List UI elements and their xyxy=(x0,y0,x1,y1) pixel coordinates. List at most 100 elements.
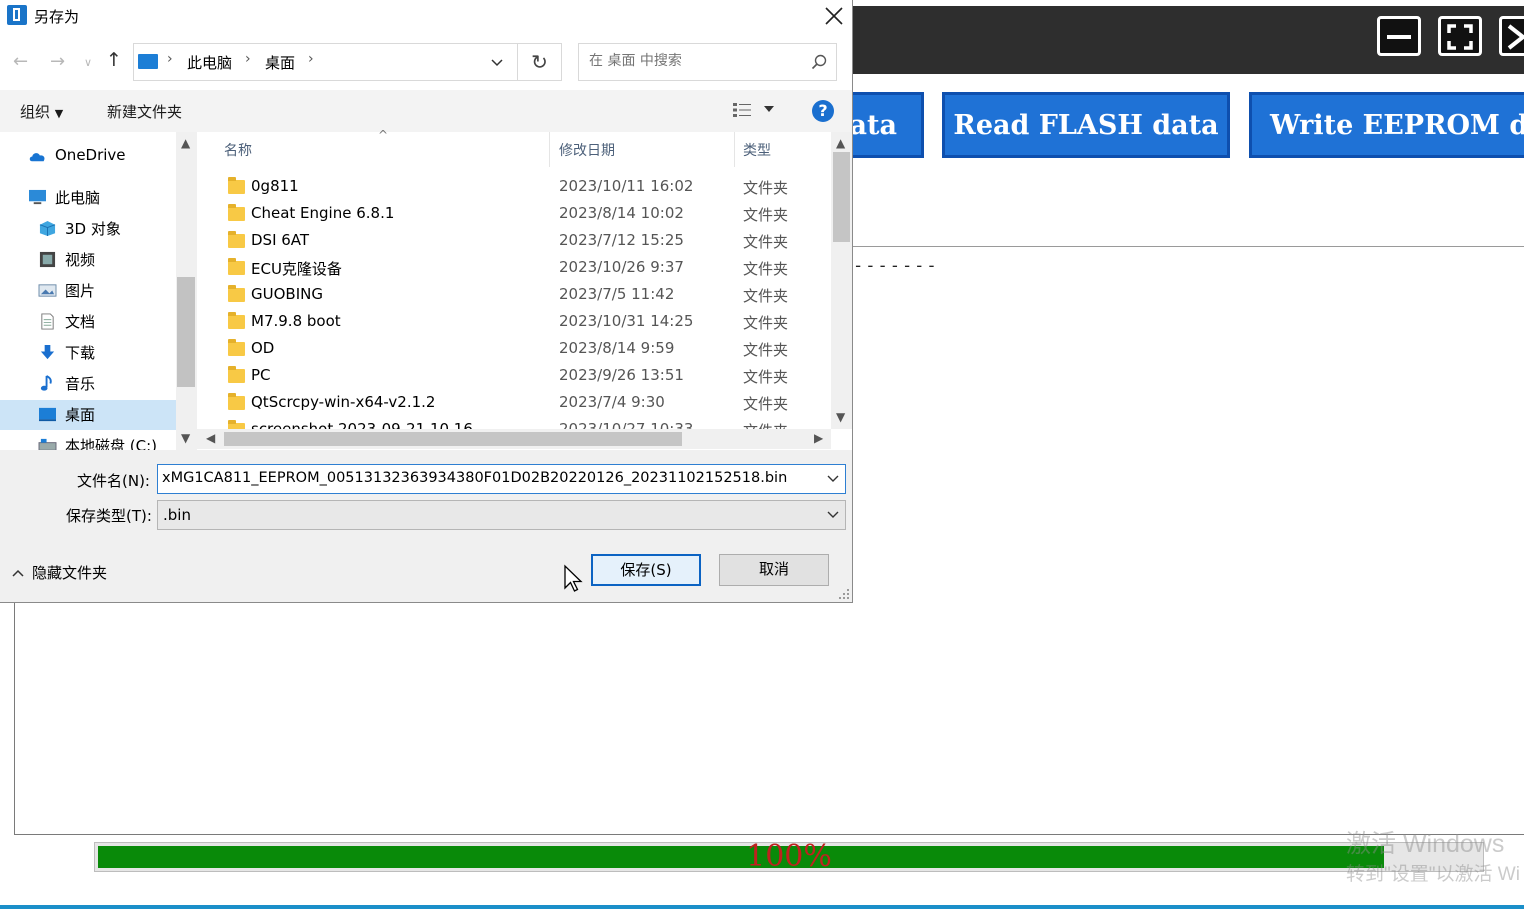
filename-input[interactable] xyxy=(162,470,812,486)
cancel-button[interactable]: 取消 xyxy=(719,554,829,586)
scroll-up-icon[interactable]: ▲ xyxy=(181,136,190,150)
refresh-button[interactable]: ↻ xyxy=(518,43,562,81)
breadcrumb-desktop[interactable]: 桌面 xyxy=(265,52,295,73)
folder-icon xyxy=(228,258,245,275)
column-header-name[interactable]: 名称 xyxy=(224,140,252,160)
sidebar-scroll-thumb[interactable] xyxy=(177,277,195,387)
file-row[interactable]: OD 2023/8/14 9:59 文件夹 xyxy=(224,336,824,363)
hide-folders-toggle[interactable]: 隐藏文件夹 xyxy=(12,562,107,583)
sidebar-item-label: 桌面 xyxy=(65,406,96,424)
horizontal-scroll-thumb[interactable] xyxy=(224,432,682,446)
folder-icon xyxy=(228,177,245,194)
sidebar-item-3d-objects[interactable]: 3D 对象 xyxy=(0,214,176,244)
filename-field[interactable] xyxy=(157,464,846,494)
help-icon[interactable]: ? xyxy=(812,100,834,122)
maximize-button[interactable] xyxy=(1438,16,1482,56)
column-divider[interactable] xyxy=(734,132,735,167)
desktop-icon xyxy=(39,407,56,422)
folder-icon xyxy=(228,366,245,383)
search-box[interactable] xyxy=(578,43,837,81)
sidebar-item-downloads[interactable]: 下载 xyxy=(0,338,176,368)
file-date: 2023/9/26 13:51 xyxy=(559,366,684,384)
log-area xyxy=(14,603,1524,835)
file-row[interactable]: PC 2023/9/26 13:51 文件夹 xyxy=(224,363,824,390)
folder-icon xyxy=(228,339,245,356)
file-type: 文件夹 xyxy=(743,395,789,413)
up-arrow-icon[interactable]: ↑ xyxy=(106,49,122,71)
sidebar-item-music[interactable]: 音乐 xyxy=(0,369,176,399)
refresh-icon: ↻ xyxy=(531,50,548,74)
organize-label: 组织 xyxy=(20,103,51,121)
music-icon xyxy=(40,375,52,391)
file-date: 2023/7/12 15:25 xyxy=(559,231,684,249)
new-folder-button[interactable]: 新建文件夹 xyxy=(107,101,182,122)
file-type: 文件夹 xyxy=(743,260,789,278)
sidebar-item-onedrive[interactable]: OneDrive xyxy=(0,142,176,172)
resize-grip-icon[interactable] xyxy=(838,588,850,600)
column-divider[interactable] xyxy=(549,132,550,167)
column-header-type[interactable]: 类型 xyxy=(743,140,771,160)
save-button[interactable]: 保存(S) xyxy=(591,554,701,586)
recent-locations-icon[interactable]: ∨ xyxy=(84,56,92,69)
sidebar-item-pictures[interactable]: 图片 xyxy=(0,276,176,306)
file-row[interactable]: ECU克隆设备 2023/10/26 9:37 文件夹 xyxy=(224,255,824,282)
scroll-down-icon[interactable]: ▼ xyxy=(836,410,845,424)
scroll-left-icon[interactable]: ◀ xyxy=(206,431,215,445)
address-bar[interactable]: › 此电脑 › 桌面 › xyxy=(133,43,518,81)
sidebar-item-this-pc[interactable]: 此电脑 xyxy=(0,183,176,213)
taskbar-edge xyxy=(0,905,1524,909)
sidebar-item-label: 视频 xyxy=(65,251,96,269)
breadcrumb-separator: › xyxy=(308,51,314,67)
chevron-down-icon[interactable] xyxy=(490,52,504,72)
sidebar-item-documents[interactable]: 文档 xyxy=(0,307,176,337)
computer-icon xyxy=(138,54,158,69)
file-name: PC xyxy=(251,366,271,384)
file-row[interactable]: GUOBING 2023/7/5 11:42 文件夹 xyxy=(224,282,824,309)
search-icon[interactable] xyxy=(811,54,827,70)
chevron-down-icon[interactable] xyxy=(827,509,839,521)
app-close-button[interactable] xyxy=(1499,16,1524,56)
file-type: 文件夹 xyxy=(743,287,789,305)
forward-arrow-icon[interactable]: → xyxy=(50,51,65,72)
scroll-down-icon[interactable]: ▼ xyxy=(181,431,190,445)
file-type: 文件夹 xyxy=(743,179,789,197)
log-dash-line: ------- xyxy=(853,256,939,276)
navigation-pane: OneDrive 此电脑 3D 对象 视频 图片 文档 下载 音乐 桌面 本地磁… xyxy=(0,132,196,450)
dialog-close-icon[interactable] xyxy=(822,4,846,28)
file-name: Cheat Engine 6.8.1 xyxy=(251,204,395,222)
chevron-down-icon[interactable] xyxy=(827,473,839,485)
file-date: 2023/8/14 9:59 xyxy=(559,339,675,357)
file-row[interactable]: DSI 6AT 2023/7/12 15:25 文件夹 xyxy=(224,228,824,255)
column-header-date[interactable]: 修改日期 xyxy=(559,140,615,160)
folder-icon xyxy=(228,312,245,329)
file-type: 文件夹 xyxy=(743,368,789,386)
organize-menu[interactable]: 组织 ▼ xyxy=(20,101,63,122)
file-list-scroll-thumb[interactable] xyxy=(833,152,850,242)
filetype-select[interactable]: .bin xyxy=(157,500,846,530)
file-name: GUOBING xyxy=(251,285,323,303)
file-row[interactable]: Cheat Engine 6.8.1 2023/8/14 10:02 文件夹 xyxy=(224,201,824,228)
scroll-up-icon[interactable]: ▲ xyxy=(836,136,845,150)
back-arrow-icon[interactable]: ← xyxy=(13,51,28,72)
breadcrumb-this-pc[interactable]: 此电脑 xyxy=(187,52,232,73)
search-input[interactable] xyxy=(587,52,801,70)
file-name: ECU克隆设备 xyxy=(251,260,342,278)
sidebar-item-local-disk[interactable]: 本地磁盘 (C:) xyxy=(0,431,176,450)
sidebar-item-desktop[interactable]: 桌面 xyxy=(0,400,176,430)
video-icon xyxy=(39,251,56,268)
download-icon xyxy=(40,344,55,360)
view-options-icon[interactable] xyxy=(732,102,754,118)
read-flash-button[interactable]: Read FLASH data xyxy=(942,92,1230,158)
file-name: QtScrcpy-win-x64-v2.1.2 xyxy=(251,393,436,411)
file-name: OD xyxy=(251,339,275,357)
file-row[interactable]: QtScrcpy-win-x64-v2.1.2 2023/7/4 9:30 文件夹 xyxy=(224,390,824,417)
file-row[interactable]: 0g811 2023/10/11 16:02 文件夹 xyxy=(224,174,824,201)
scroll-right-icon[interactable]: ▶ xyxy=(814,431,823,445)
view-dropdown-icon[interactable] xyxy=(764,106,774,112)
minimize-button[interactable] xyxy=(1377,16,1421,56)
sidebar-item-videos[interactable]: 视频 xyxy=(0,245,176,275)
sidebar-item-label: 此电脑 xyxy=(55,189,101,207)
write-eeprom-button[interactable]: Write EEPROM data xyxy=(1249,92,1524,158)
file-row[interactable]: M7.9.8 boot 2023/10/31 14:25 文件夹 xyxy=(224,309,824,336)
sidebar-item-label: OneDrive xyxy=(55,146,126,164)
